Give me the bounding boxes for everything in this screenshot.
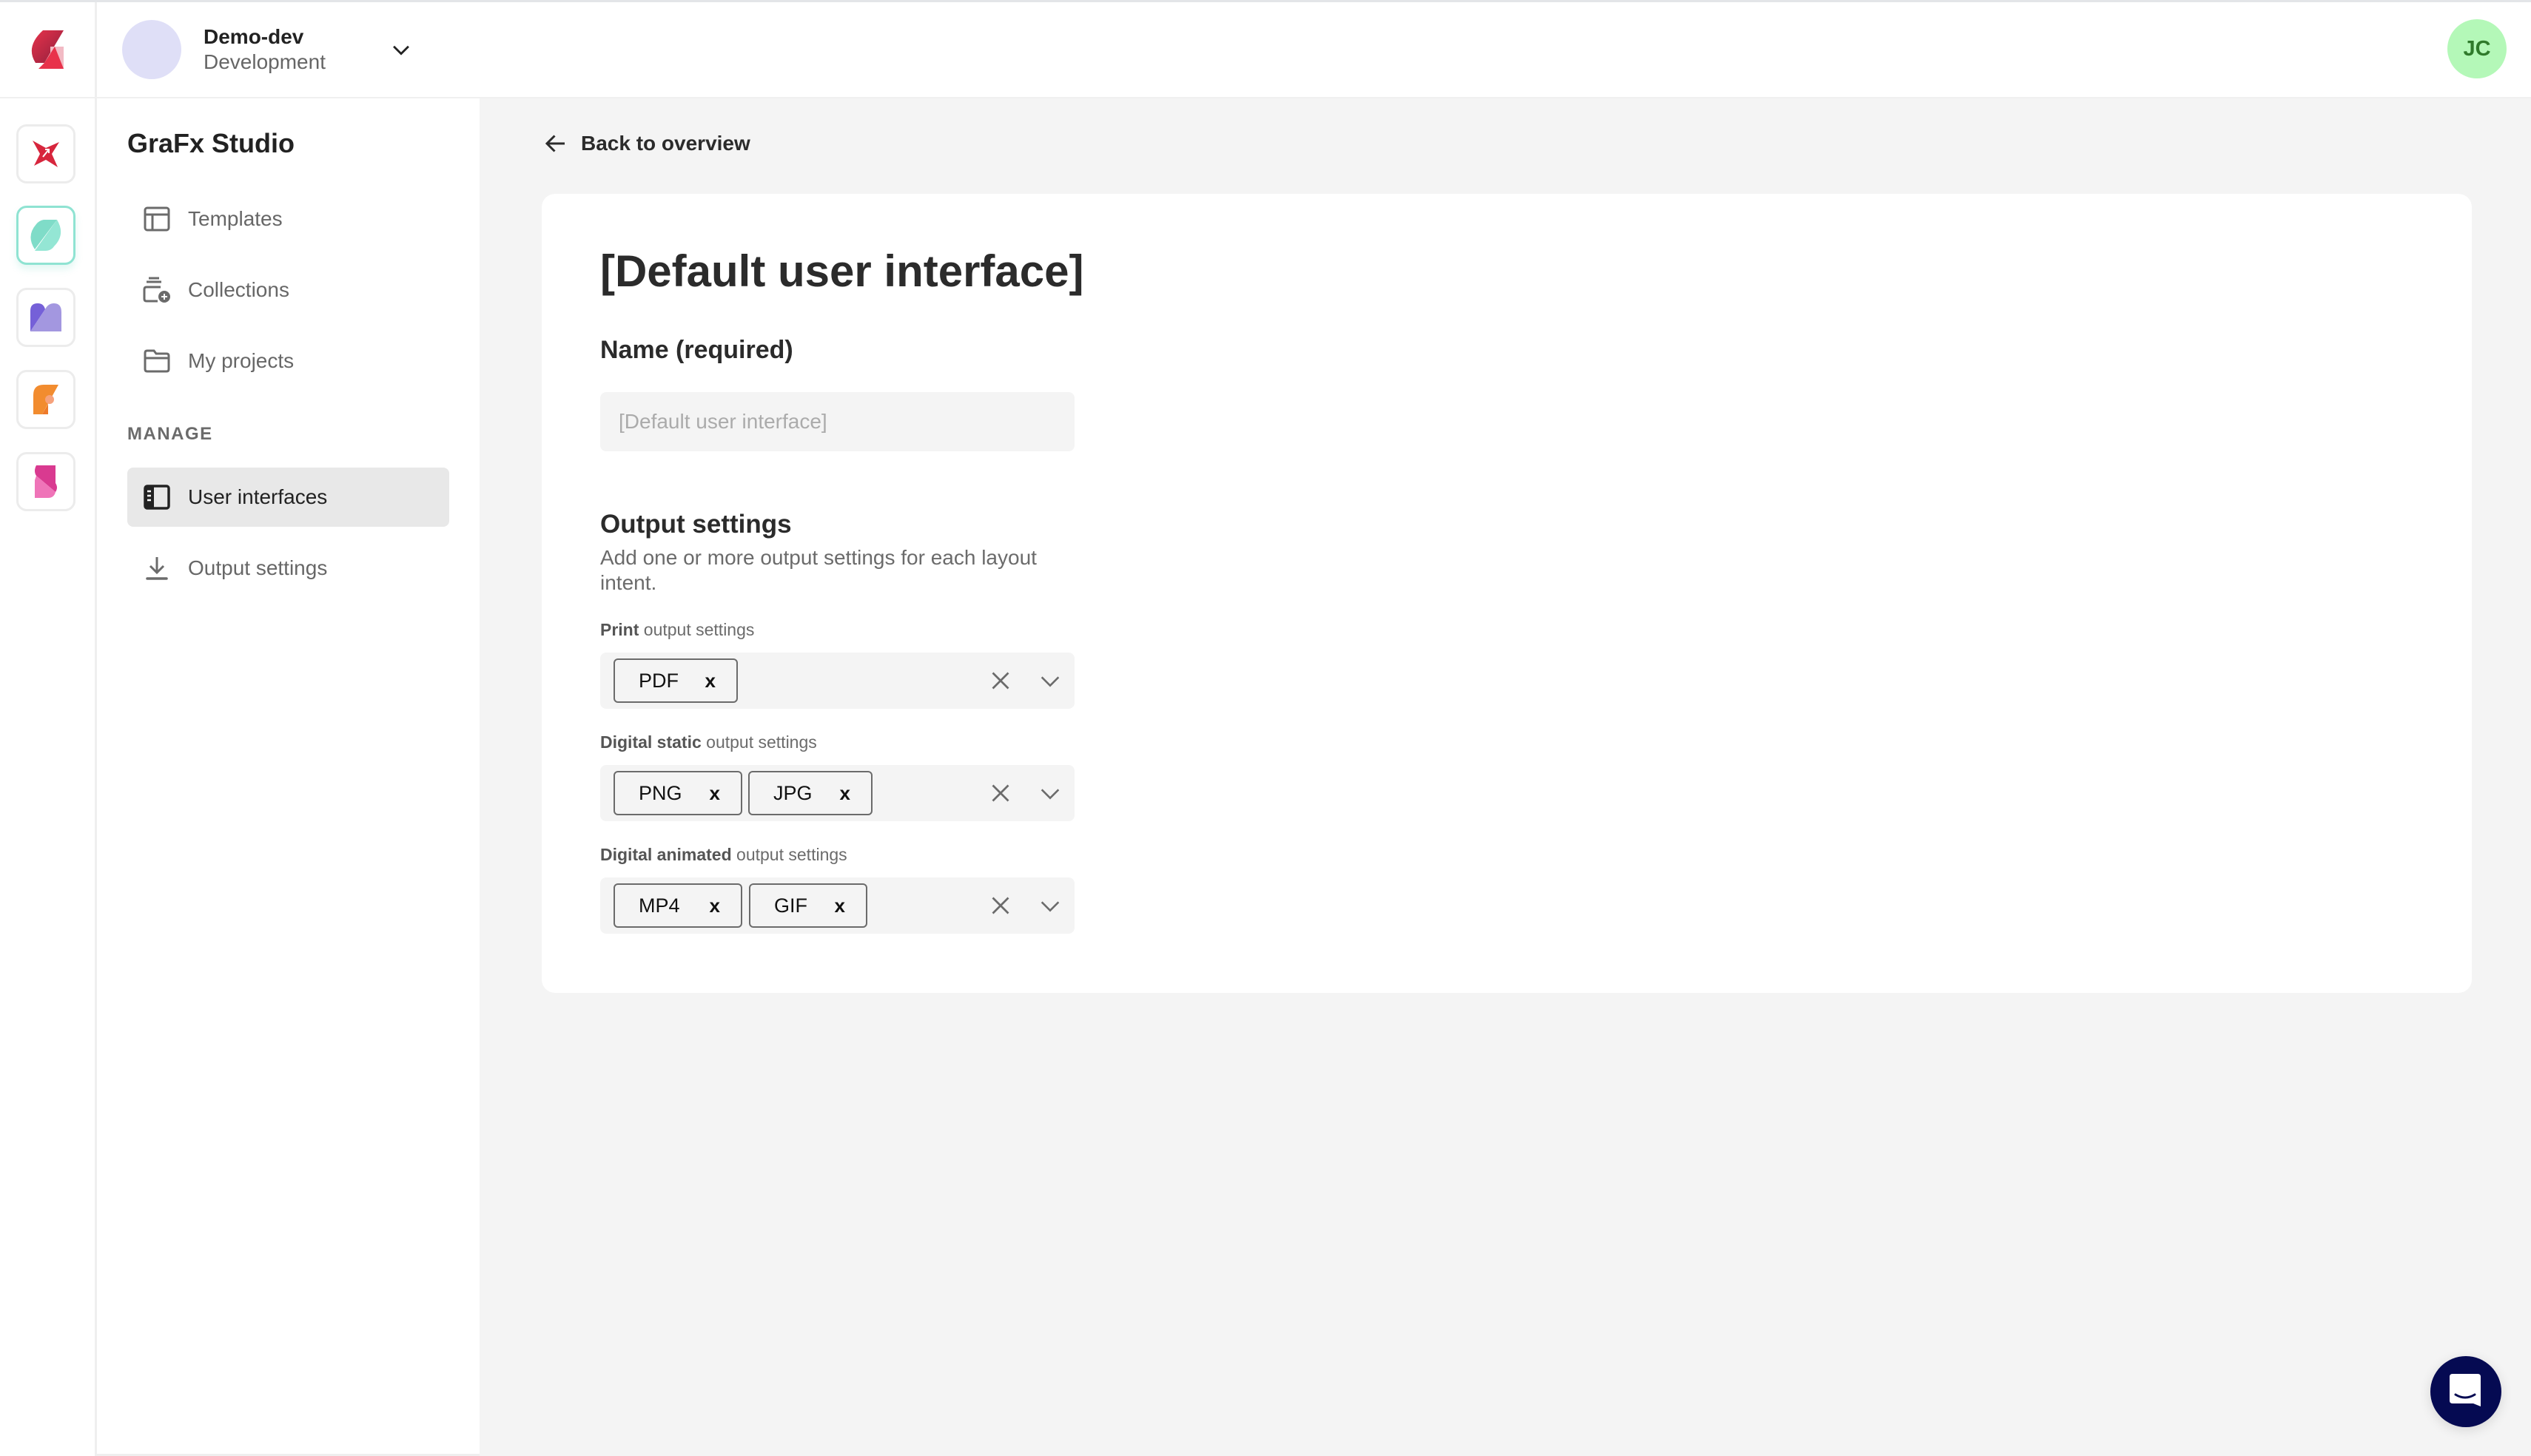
nav-item-collections[interactable]: Collections: [127, 260, 449, 320]
digital-animated-output-label: Digital animated output settings: [600, 845, 847, 864]
nav-item-my-projects[interactable]: My projects: [127, 331, 449, 391]
page-title: [Default user interface]: [600, 246, 1084, 296]
workspace-name: Demo-dev: [204, 25, 304, 49]
clear-icon[interactable]: [987, 667, 1014, 694]
chat-icon: [2450, 1374, 2481, 1406]
app-switcher-pink[interactable]: [16, 452, 75, 511]
nav-section-manage: MANAGE: [127, 424, 213, 444]
folder-icon: [142, 346, 172, 376]
nav-item-user-interfaces[interactable]: User interfaces: [127, 468, 449, 527]
chip-pdf[interactable]: PDF x: [614, 658, 738, 703]
chili-logo-icon: [31, 30, 64, 69]
clear-icon[interactable]: [987, 780, 1014, 806]
output-settings-description: Add one or more output settings for each…: [600, 546, 1037, 594]
chip-remove-icon[interactable]: x: [705, 670, 716, 692]
collections-icon: [142, 275, 172, 305]
navigation-panel: GraFx Studio Templates Collections My pr…: [97, 98, 480, 1456]
chip-jpg[interactable]: JPG x: [748, 771, 873, 815]
workspace-avatar: [122, 20, 181, 79]
chevron-down-icon[interactable]: [1037, 894, 1063, 919]
nav-item-templates[interactable]: Templates: [127, 189, 449, 249]
workspace-environment: Development: [204, 50, 326, 73]
digital-static-output-label: Digital static output settings: [600, 732, 817, 752]
pink-app-icon: [35, 465, 57, 498]
red-star-app-icon: [33, 141, 59, 167]
chili-logo[interactable]: [0, 2, 97, 97]
chevron-down-icon[interactable]: [1037, 781, 1063, 806]
nav-item-output-settings[interactable]: Output settings: [127, 539, 449, 598]
user-avatar[interactable]: JC: [2447, 19, 2507, 78]
chip-remove-icon[interactable]: x: [835, 894, 845, 917]
template-icon: [142, 204, 172, 234]
app-switcher-red[interactable]: [16, 124, 75, 183]
user-interface-icon: [142, 482, 172, 512]
nav-item-label: Templates: [188, 207, 283, 230]
clear-icon[interactable]: [987, 892, 1014, 919]
print-output-label: Print output settings: [600, 620, 755, 639]
nav-item-label: My projects: [188, 349, 295, 372]
app-switcher-orange[interactable]: [16, 370, 75, 429]
nav-item-label: Output settings: [188, 556, 328, 579]
chip-gif[interactable]: GIF x: [749, 883, 867, 928]
orange-app-icon: [33, 385, 58, 414]
digital-static-output-select[interactable]: PNG x JPG x: [600, 765, 1075, 821]
back-label: Back to overview: [581, 132, 750, 155]
chip-mp4[interactable]: MP4 x: [614, 883, 742, 928]
chip-remove-icon[interactable]: x: [840, 782, 850, 805]
output-settings-heading: Output settings: [600, 510, 792, 539]
workspace-selector[interactable]: Demo-dev Development: [122, 16, 409, 83]
chip-png[interactable]: PNG x: [614, 771, 742, 815]
purple-app-icon: [30, 303, 61, 331]
nav-item-label: Collections: [188, 278, 289, 301]
print-output-select[interactable]: PDF x: [600, 653, 1075, 709]
chat-support-button[interactable]: [2430, 1356, 2501, 1427]
app-switcher-purple[interactable]: [16, 288, 75, 347]
chip-remove-icon[interactable]: x: [710, 782, 720, 805]
top-bar: [0, 2, 2531, 98]
user-interface-card: [Default user interface] Name (required)…: [542, 194, 2472, 993]
app-switcher-teal[interactable]: [16, 206, 75, 265]
nav-item-label: User interfaces: [188, 485, 328, 508]
name-input[interactable]: [600, 392, 1075, 451]
download-icon: [142, 553, 172, 583]
arrow-left-icon: [545, 135, 565, 152]
chip-remove-icon[interactable]: x: [710, 894, 720, 917]
nav-title: GraFx Studio: [127, 128, 295, 158]
chevron-down-icon: [393, 45, 409, 55]
back-to-overview-link[interactable]: Back to overview: [542, 130, 750, 157]
teal-app-icon: [30, 220, 61, 251]
name-label: Name (required): [600, 336, 793, 364]
chevron-down-icon[interactable]: [1037, 669, 1063, 694]
digital-animated-output-select[interactable]: MP4 x GIF x: [600, 877, 1075, 934]
